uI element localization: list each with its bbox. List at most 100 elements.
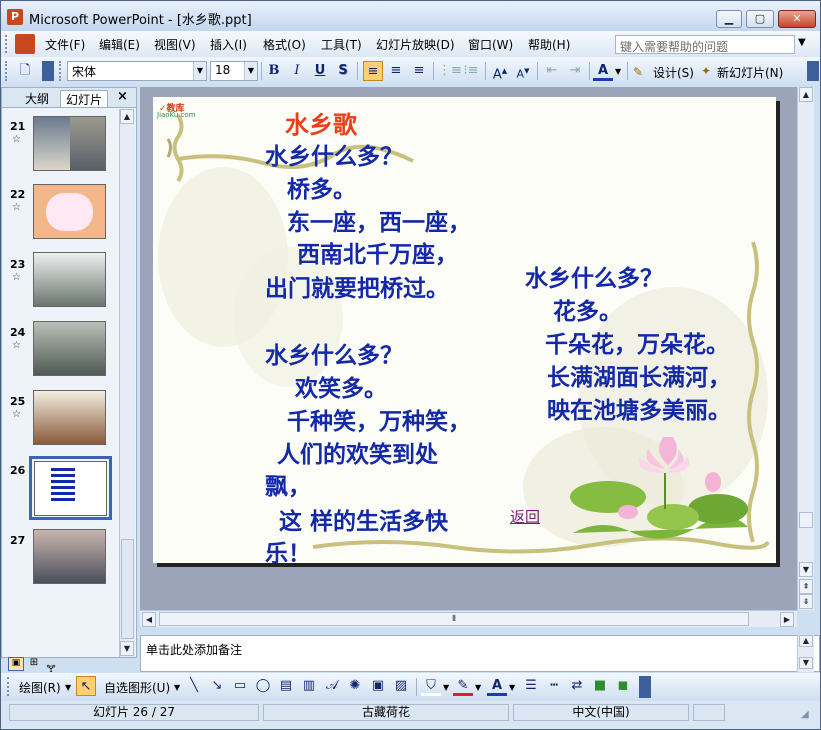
toolbar-grip-2[interactable] bbox=[59, 61, 63, 81]
slide-thumbnail-24[interactable] bbox=[33, 321, 106, 376]
slide-thumbnail-21[interactable] bbox=[33, 116, 106, 171]
draw-toolbar-grip[interactable] bbox=[7, 677, 11, 696]
increase-font-icon[interactable]: A▲ bbox=[490, 61, 510, 82]
numbering-icon[interactable]: ⋮≡ bbox=[438, 61, 462, 81]
scroll-thumb[interactable] bbox=[121, 539, 134, 639]
slideshow-icon[interactable]: 🝖 bbox=[43, 657, 59, 675]
scroll-down-icon[interactable]: ▼ bbox=[120, 641, 134, 656]
select-objects-icon[interactable]: ↖ bbox=[76, 676, 96, 696]
powerpoint-app-icon[interactable]: P bbox=[7, 9, 23, 25]
toolbar-grip[interactable] bbox=[5, 61, 9, 81]
rectangle-icon[interactable]: ▭ bbox=[230, 676, 250, 696]
notes-pane[interactable]: 单击此处添加备注 bbox=[140, 635, 820, 672]
notes-scrollbar[interactable]: ▲ ▼ bbox=[797, 635, 814, 672]
oval-icon[interactable]: ◯ bbox=[253, 676, 273, 696]
decrease-font-icon[interactable]: A▼ bbox=[513, 61, 533, 81]
shadow-style-icon[interactable]: ■ bbox=[590, 676, 610, 696]
scroll-down-icon[interactable]: ▼ bbox=[799, 657, 813, 669]
scroll-up-icon[interactable]: ▲ bbox=[799, 87, 813, 102]
italic-button[interactable]: I bbox=[287, 61, 307, 81]
diagram-icon[interactable]: ✺ bbox=[345, 676, 365, 696]
chevron-down-icon[interactable]: ▼ bbox=[65, 683, 71, 692]
slide-title[interactable]: 水乡歌 bbox=[285, 105, 357, 140]
bold-button[interactable]: B bbox=[264, 61, 284, 81]
chevron-down-icon[interactable]: ▼ bbox=[443, 683, 449, 692]
arrow-icon[interactable]: ↘ bbox=[207, 676, 227, 696]
chevron-down-icon[interactable]: ▼ bbox=[193, 62, 206, 80]
font-color-dropdown-icon[interactable]: ▼ bbox=[615, 67, 621, 76]
line-color-icon[interactable]: ✎ bbox=[453, 676, 473, 696]
previous-slide-icon[interactable]: ⇞ bbox=[799, 579, 813, 594]
chevron-down-icon[interactable]: ▼ bbox=[475, 683, 481, 692]
menu-slideshow[interactable]: 幻灯片放映(D) bbox=[376, 36, 455, 53]
font-color-icon[interactable]: A bbox=[593, 61, 613, 81]
back-link[interactable]: 返回 bbox=[510, 506, 540, 527]
bullets-icon[interactable]: ⁝≡ bbox=[461, 61, 481, 81]
document-icon[interactable] bbox=[15, 34, 35, 54]
slide-thumbnail-26[interactable] bbox=[34, 461, 107, 516]
wordart-icon[interactable]: 𝒜 bbox=[322, 676, 342, 696]
scroll-left-icon[interactable]: ◀ bbox=[142, 612, 156, 627]
close-button[interactable]: ✕ bbox=[778, 10, 816, 28]
align-right-icon[interactable]: ≡ bbox=[409, 61, 429, 81]
align-left-icon[interactable]: ≡ bbox=[363, 61, 383, 81]
menu-window[interactable]: 窗口(W) bbox=[468, 36, 513, 53]
fill-color-icon[interactable]: ⛉ bbox=[421, 676, 441, 696]
font-size-select[interactable]: 18 ▼ bbox=[210, 61, 258, 81]
line-icon[interactable]: ╲ bbox=[184, 676, 204, 696]
editor-horizontal-scrollbar[interactable]: ◀ ⦀ ▶ bbox=[140, 610, 797, 627]
menu-help[interactable]: 帮助(H) bbox=[528, 36, 570, 53]
underline-button[interactable]: U bbox=[310, 61, 330, 81]
resize-grip-icon[interactable]: ◢ bbox=[801, 709, 809, 720]
pane-close-icon[interactable]: × bbox=[117, 89, 128, 104]
3d-style-icon[interactable]: ◼ bbox=[613, 676, 633, 696]
scroll-up-icon[interactable]: ▲ bbox=[799, 635, 813, 647]
slide-thumbnail-27[interactable] bbox=[33, 529, 106, 584]
slide-canvas[interactable]: ✓教库 JiaoKu.com 水乡歌 水乡什么多？ 桥多。 东一座，西一座， 西… bbox=[153, 97, 776, 563]
picture-icon[interactable]: ▨ bbox=[391, 676, 411, 696]
menu-tools[interactable]: 工具(T) bbox=[321, 36, 362, 53]
toolbar-options-icon[interactable] bbox=[42, 61, 54, 81]
slide-sorter-icon[interactable]: ⊞ bbox=[26, 657, 42, 671]
menu-grip[interactable] bbox=[5, 35, 9, 53]
line-style-icon[interactable]: ☰ bbox=[521, 676, 541, 696]
maximize-button[interactable]: ▢ bbox=[746, 10, 774, 28]
help-search-input[interactable]: 键入需要帮助的问题 bbox=[615, 35, 795, 54]
draw-menu-button[interactable]: 绘图(R) bbox=[19, 679, 61, 696]
design-button[interactable]: 设计(S) bbox=[653, 64, 694, 81]
clipart-icon[interactable]: ▣ bbox=[368, 676, 388, 696]
vertical-textbox-icon[interactable]: ▥ bbox=[299, 676, 319, 696]
chevron-down-icon[interactable]: ▼ bbox=[174, 683, 180, 692]
editor-vertical-scrollbar[interactable]: ▲ ▼ ⇞ ⇟ bbox=[797, 87, 814, 610]
increase-indent-icon[interactable]: ⇥ bbox=[565, 61, 585, 81]
horizontal-scroll-thumb[interactable]: ⦀ bbox=[159, 612, 749, 626]
scroll-up-icon[interactable]: ▲ bbox=[120, 109, 134, 124]
shadow-button[interactable]: S bbox=[333, 61, 353, 81]
scroll-thumb[interactable] bbox=[799, 512, 813, 528]
slide-thumbnail-25[interactable] bbox=[33, 390, 106, 445]
help-dropdown-icon[interactable]: ▼ bbox=[798, 37, 806, 48]
menu-insert[interactable]: 插入(I) bbox=[210, 36, 247, 53]
decrease-indent-icon[interactable]: ⇤ bbox=[542, 61, 562, 81]
arrow-style-icon[interactable]: ⇄ bbox=[567, 676, 587, 696]
tab-slides[interactable]: 幻灯片 bbox=[60, 90, 109, 107]
font-name-select[interactable]: 宋体 ▼ bbox=[67, 61, 207, 81]
slide-thumbnail-23[interactable] bbox=[33, 252, 106, 307]
next-slide-icon[interactable]: ⇟ bbox=[799, 594, 813, 609]
chevron-down-icon[interactable]: ▼ bbox=[509, 683, 515, 692]
menu-format[interactable]: 格式(O) bbox=[263, 36, 306, 53]
align-center-icon[interactable]: ≡ bbox=[386, 61, 406, 81]
toolbar-overflow-icon[interactable] bbox=[807, 61, 819, 81]
textbox-icon[interactable]: ▤ bbox=[276, 676, 296, 696]
slides-pane-scrollbar[interactable]: ▲ ▼ bbox=[119, 109, 135, 657]
autoshapes-button[interactable]: 自选图形(U) bbox=[104, 679, 170, 696]
scroll-right-icon[interactable]: ▶ bbox=[780, 612, 794, 627]
new-slide-button[interactable]: 新幻灯片(N) bbox=[717, 64, 783, 81]
draw-toolbar-overflow-icon[interactable] bbox=[639, 676, 651, 698]
tab-outline[interactable]: 大纲 bbox=[20, 90, 54, 107]
chevron-down-icon[interactable]: ▼ bbox=[244, 62, 257, 80]
font-color-icon[interactable]: A bbox=[487, 676, 507, 696]
new-document-icon[interactable]: 🗋 bbox=[15, 61, 35, 81]
menu-file[interactable]: 文件(F) bbox=[45, 36, 85, 53]
menu-view[interactable]: 视图(V) bbox=[154, 36, 196, 53]
